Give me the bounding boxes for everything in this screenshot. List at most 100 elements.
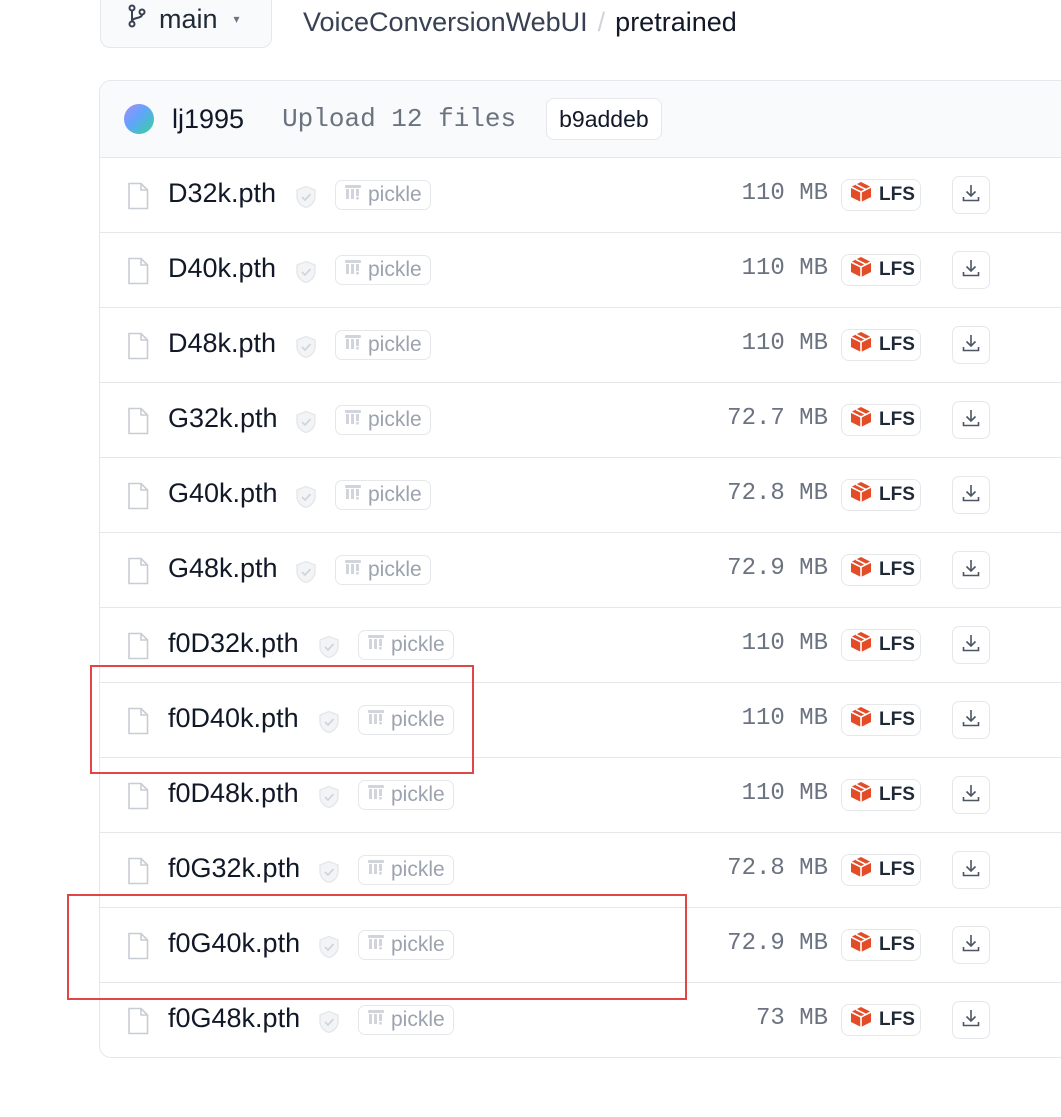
lfs-badge[interactable]: LFS (841, 854, 921, 886)
download-icon (961, 183, 981, 208)
shield-check-icon[interactable] (295, 260, 317, 284)
pickle-badge[interactable]: pickle (358, 1005, 454, 1035)
download-button[interactable] (952, 551, 990, 589)
lfs-badge[interactable]: LFS (841, 404, 921, 436)
shield-check-icon[interactable] (318, 935, 340, 959)
lfs-badge[interactable]: LFS (841, 704, 921, 736)
lfs-badge[interactable]: LFS (841, 929, 921, 961)
pickle-badge[interactable]: pickle (358, 930, 454, 960)
file-name-link[interactable]: f0G40k.pth (168, 928, 300, 959)
pickle-label: pickle (368, 333, 422, 356)
file-name-link[interactable]: G40k.pth (168, 478, 278, 509)
lfs-label: LFS (879, 334, 915, 355)
file-row[interactable]: f0G32k.pth pickle 72.8 MB LFS (100, 833, 1061, 908)
pickle-icon (367, 1008, 385, 1032)
download-button[interactable] (952, 626, 990, 664)
file-name-link[interactable]: f0G32k.pth (168, 853, 300, 884)
lfs-label: LFS (879, 709, 915, 730)
chevron-down-icon: ▾ (233, 12, 240, 26)
pickle-badge[interactable]: pickle (335, 480, 431, 510)
shield-check-icon[interactable] (295, 335, 317, 359)
file-size: 72.8 MB (727, 480, 828, 507)
shield-check-icon[interactable] (318, 635, 340, 659)
download-icon (961, 858, 981, 883)
lfs-badge[interactable]: LFS (841, 254, 921, 286)
download-button[interactable] (952, 401, 990, 439)
download-button[interactable] (952, 176, 990, 214)
shield-check-icon[interactable] (295, 485, 317, 509)
file-name-link[interactable]: D40k.pth (168, 253, 276, 284)
file-name-link[interactable]: f0D48k.pth (168, 778, 299, 809)
pickle-badge[interactable]: pickle (335, 255, 431, 285)
pickle-icon (344, 558, 362, 582)
pickle-icon (367, 783, 385, 807)
file-name-link[interactable]: D32k.pth (168, 178, 276, 209)
branch-label: main (159, 3, 218, 34)
pickle-badge[interactable]: pickle (335, 555, 431, 585)
file-row[interactable]: f0D48k.pth pickle 110 MB LFS (100, 758, 1061, 833)
file-row[interactable]: D48k.pth pickle 110 MB LFS (100, 308, 1061, 383)
lfs-icon (849, 331, 873, 359)
file-name-link[interactable]: G32k.pth (168, 403, 278, 434)
pickle-badge[interactable]: pickle (335, 330, 431, 360)
pickle-badge[interactable]: pickle (335, 180, 431, 210)
file-row[interactable]: f0G40k.pth pickle 72.9 MB LFS (100, 908, 1061, 983)
file-icon (127, 482, 149, 510)
commit-author[interactable]: lj1995 (172, 104, 244, 135)
lfs-label: LFS (879, 184, 915, 205)
breadcrumb-repo-link[interactable]: VoiceConversionWebUI (303, 7, 588, 38)
shield-check-icon[interactable] (295, 185, 317, 209)
file-row[interactable]: f0G48k.pth pickle 73 MB LFS (100, 983, 1061, 1057)
lfs-badge[interactable]: LFS (841, 1004, 921, 1036)
pickle-badge[interactable]: pickle (335, 405, 431, 435)
commit-message[interactable]: Upload 12 files (282, 104, 516, 134)
shield-check-icon[interactable] (295, 410, 317, 434)
lfs-badge[interactable]: LFS (841, 479, 921, 511)
file-row[interactable]: f0D32k.pth pickle 110 MB LFS (100, 608, 1061, 683)
pickle-badge[interactable]: pickle (358, 705, 454, 735)
file-name-link[interactable]: D48k.pth (168, 328, 276, 359)
shield-check-icon[interactable] (318, 1010, 340, 1034)
lfs-icon (849, 631, 873, 659)
shield-check-icon[interactable] (295, 560, 317, 584)
file-row[interactable]: D32k.pth pickle 110 MB LFS (100, 158, 1061, 233)
branch-selector[interactable]: main ▾ (100, 0, 272, 48)
pickle-badge[interactable]: pickle (358, 780, 454, 810)
file-row[interactable]: f0D40k.pth pickle 110 MB LFS (100, 683, 1061, 758)
download-button[interactable] (952, 701, 990, 739)
lfs-badge[interactable]: LFS (841, 554, 921, 586)
download-button[interactable] (952, 326, 990, 364)
download-icon (961, 258, 981, 283)
file-icon (127, 1007, 149, 1035)
lfs-badge[interactable]: LFS (841, 779, 921, 811)
pickle-badge[interactable]: pickle (358, 630, 454, 660)
shield-check-icon[interactable] (318, 785, 340, 809)
download-button[interactable] (952, 926, 990, 964)
download-button[interactable] (952, 476, 990, 514)
avatar[interactable] (124, 104, 154, 134)
download-button[interactable] (952, 776, 990, 814)
file-name-link[interactable]: G48k.pth (168, 553, 278, 584)
file-size: 110 MB (741, 330, 828, 357)
file-row[interactable]: G32k.pth pickle 72.7 MB LFS (100, 383, 1061, 458)
commit-hash[interactable]: b9addeb (546, 98, 662, 140)
file-name-link[interactable]: f0D40k.pth (168, 703, 299, 734)
file-row[interactable]: D40k.pth pickle 110 MB LFS (100, 233, 1061, 308)
shield-check-icon[interactable] (318, 710, 340, 734)
file-row[interactable]: G48k.pth pickle 72.9 MB LFS (100, 533, 1061, 608)
file-name-link[interactable]: f0G48k.pth (168, 1003, 300, 1034)
download-button[interactable] (952, 1001, 990, 1039)
file-row[interactable]: G40k.pth pickle 72.8 MB LFS (100, 458, 1061, 533)
shield-check-icon[interactable] (318, 860, 340, 884)
pickle-badge[interactable]: pickle (358, 855, 454, 885)
download-button[interactable] (952, 851, 990, 889)
download-icon (961, 558, 981, 583)
download-button[interactable] (952, 251, 990, 289)
git-branch-icon (127, 4, 147, 35)
lfs-badge[interactable]: LFS (841, 329, 921, 361)
lfs-icon (849, 706, 873, 734)
lfs-label: LFS (879, 859, 915, 880)
file-name-link[interactable]: f0D32k.pth (168, 628, 299, 659)
lfs-badge[interactable]: LFS (841, 629, 921, 661)
lfs-badge[interactable]: LFS (841, 179, 921, 211)
